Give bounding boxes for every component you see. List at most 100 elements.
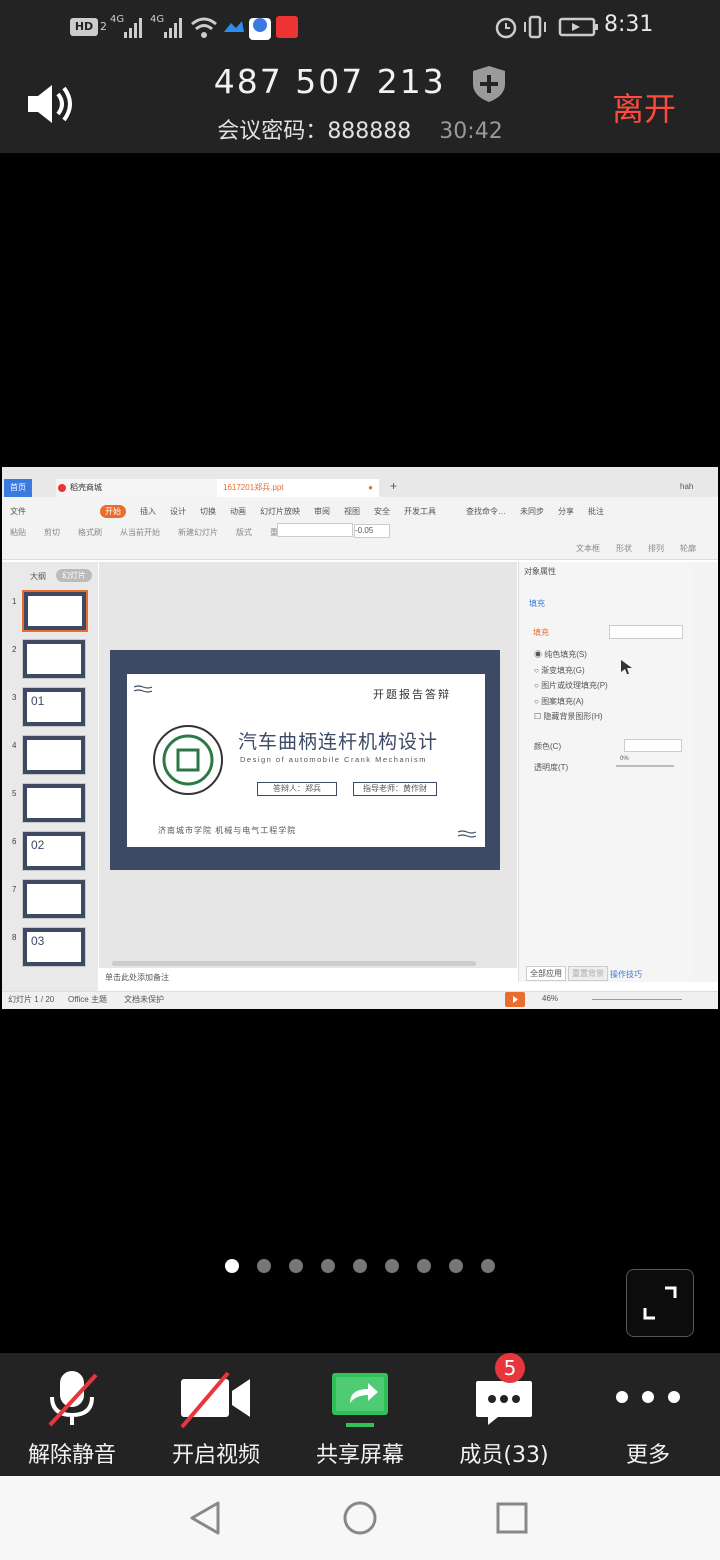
notification-icon bbox=[222, 14, 246, 40]
menu-review[interactable]: 审阅 bbox=[314, 506, 330, 517]
tab-outline[interactable]: 大纲 bbox=[30, 571, 46, 582]
paste-tool[interactable]: 粘贴 bbox=[10, 527, 26, 538]
members-button[interactable]: 5 成员(33) bbox=[432, 1353, 576, 1476]
back-icon[interactable] bbox=[188, 1500, 222, 1536]
leave-button[interactable]: 离开 bbox=[612, 84, 676, 130]
tips-link[interactable]: 操作技巧 bbox=[610, 969, 642, 980]
tab-slides[interactable]: 幻灯片 bbox=[56, 569, 92, 582]
option-solid-fill[interactable]: ◉ 纯色填充(S) bbox=[534, 647, 608, 663]
page-dot[interactable] bbox=[385, 1259, 399, 1273]
unmute-button[interactable]: 解除静音 bbox=[0, 1353, 144, 1476]
search-command[interactable]: 查找命令… bbox=[466, 506, 506, 517]
mouse-cursor-icon bbox=[620, 659, 634, 675]
page-dot[interactable] bbox=[257, 1259, 271, 1273]
share-screen-button[interactable]: 共享屏幕 bbox=[288, 1353, 432, 1476]
menu-transition[interactable]: 切换 bbox=[200, 506, 216, 517]
option-hide-background[interactable]: ☐ 隐藏背景图形(H) bbox=[534, 709, 608, 725]
textbox-tool[interactable]: 文本框 bbox=[576, 543, 600, 554]
page-dot[interactable] bbox=[481, 1259, 495, 1273]
unmute-label: 解除静音 bbox=[27, 1443, 116, 1468]
apply-all-button[interactable]: 全部应用 bbox=[526, 966, 566, 981]
reset-background-button[interactable]: 重置背景 bbox=[568, 966, 608, 981]
fill-color-select[interactable] bbox=[609, 625, 683, 639]
slide-thumbnail[interactable]: 02 bbox=[22, 831, 86, 871]
option-pattern-fill[interactable]: ○ 图案填充(A) bbox=[534, 694, 608, 710]
menu-slideshow[interactable]: 幻灯片放映 bbox=[260, 506, 300, 517]
menu-home[interactable]: 开始 bbox=[100, 505, 126, 518]
menu-animation[interactable]: 动画 bbox=[230, 506, 246, 517]
cut-tool[interactable]: 剪切 bbox=[44, 527, 60, 538]
color-select[interactable] bbox=[624, 739, 682, 752]
tab-fill[interactable]: 填充 bbox=[529, 598, 545, 609]
presenter-box: 答辩人：郑兵 bbox=[257, 782, 337, 796]
slide-thumbnail[interactable] bbox=[22, 735, 86, 775]
slide-thumbnail[interactable]: 03 bbox=[22, 927, 86, 967]
share-screen-icon bbox=[288, 1367, 432, 1431]
shield-icon[interactable] bbox=[472, 65, 506, 103]
thumb-number: 2 bbox=[12, 645, 17, 654]
menu-view[interactable]: 视图 bbox=[344, 506, 360, 517]
slide-tag: 开题报告答辩 bbox=[373, 689, 451, 701]
outline-tool[interactable]: 轮廓 bbox=[680, 543, 696, 554]
slide-count: 幻灯片 1 / 20 bbox=[8, 995, 55, 1004]
font-size-input[interactable]: -0.05 bbox=[354, 524, 390, 538]
format-painter-tool[interactable]: 格式刷 bbox=[78, 527, 102, 538]
play-from-current[interactable]: 从当前开始 bbox=[120, 527, 160, 538]
menu-file[interactable]: 文件 bbox=[10, 506, 26, 517]
thumb-number: 8 bbox=[12, 933, 17, 942]
page-dot[interactable] bbox=[417, 1259, 431, 1273]
arrange-tool[interactable]: 排列 bbox=[648, 543, 664, 554]
user-name[interactable]: hah bbox=[680, 482, 693, 491]
option-picture-fill[interactable]: ○ 图片或纹理填充(P) bbox=[534, 678, 608, 694]
tab-home[interactable]: 首页 bbox=[4, 479, 32, 497]
comment-button[interactable]: 批注 bbox=[588, 506, 604, 517]
vibrate-icon bbox=[522, 14, 548, 40]
page-dot[interactable] bbox=[289, 1259, 303, 1273]
start-video-button[interactable]: 开启视频 bbox=[144, 1353, 288, 1476]
transparency-label: 透明度(T) bbox=[534, 763, 569, 772]
fullscreen-button[interactable] bbox=[626, 1269, 694, 1337]
university-logo bbox=[153, 725, 223, 795]
shape-tool[interactable]: 形状 bbox=[616, 543, 632, 554]
new-tab-icon[interactable]: + bbox=[390, 479, 397, 493]
play-icon[interactable] bbox=[505, 992, 525, 1007]
option-gradient-fill[interactable]: ○ 渐变填充(G) bbox=[534, 663, 608, 679]
menu-security[interactable]: 安全 bbox=[374, 506, 390, 517]
thumb-number: 4 bbox=[12, 741, 17, 750]
menu-insert[interactable]: 插入 bbox=[140, 506, 156, 517]
color-label: 颜色(C) bbox=[534, 742, 562, 751]
zoom-slider[interactable] bbox=[592, 999, 682, 1000]
tab-document[interactable]: 1617201郑兵.ppt ● bbox=[217, 479, 379, 497]
clock: 8:31 bbox=[604, 12, 654, 37]
font-name-input[interactable] bbox=[277, 523, 353, 537]
page-dot[interactable] bbox=[353, 1259, 367, 1273]
menu-design[interactable]: 设计 bbox=[170, 506, 186, 517]
page-dot[interactable] bbox=[225, 1259, 239, 1273]
sync-status[interactable]: 未同步 bbox=[520, 506, 544, 517]
page-dot[interactable] bbox=[449, 1259, 463, 1273]
slide-thumbnail[interactable]: 01 bbox=[22, 687, 86, 727]
notes-placeholder[interactable]: 单击此处添加备注 bbox=[105, 972, 169, 983]
slide-thumbnail[interactable] bbox=[22, 639, 86, 679]
more-button[interactable]: 更多 bbox=[576, 1353, 720, 1476]
zoom-level: 46% bbox=[542, 994, 559, 1003]
shared-screen[interactable]: 首页 稻壳商城 1617201郑兵.ppt ● + hah 文件 开始 插入 设计… bbox=[2, 467, 718, 1009]
page-dot[interactable] bbox=[321, 1259, 335, 1273]
fill-section[interactable]: 填充 bbox=[533, 627, 549, 638]
protect-status[interactable]: 文档未保护 bbox=[124, 994, 164, 1005]
share-button[interactable]: 分享 bbox=[558, 506, 574, 517]
start-video-label: 开启视频 bbox=[171, 1443, 260, 1468]
home-icon[interactable] bbox=[342, 1500, 378, 1536]
side-toolbar bbox=[694, 562, 718, 982]
wave-icon bbox=[457, 827, 477, 838]
slide-thumbnail[interactable] bbox=[22, 590, 88, 632]
layout-tool[interactable]: 版式 bbox=[236, 527, 252, 538]
tab-docer[interactable]: 稻壳商城 bbox=[56, 479, 226, 497]
transparency-slider[interactable] bbox=[616, 765, 674, 767]
horizontal-scrollbar[interactable] bbox=[112, 961, 476, 966]
menu-developer[interactable]: 开发工具 bbox=[404, 506, 436, 517]
new-slide-tool[interactable]: 新建幻灯片 bbox=[178, 527, 218, 538]
slide-thumbnail[interactable] bbox=[22, 879, 86, 919]
slide-thumbnail[interactable] bbox=[22, 783, 86, 823]
recents-icon[interactable] bbox=[496, 1502, 528, 1534]
